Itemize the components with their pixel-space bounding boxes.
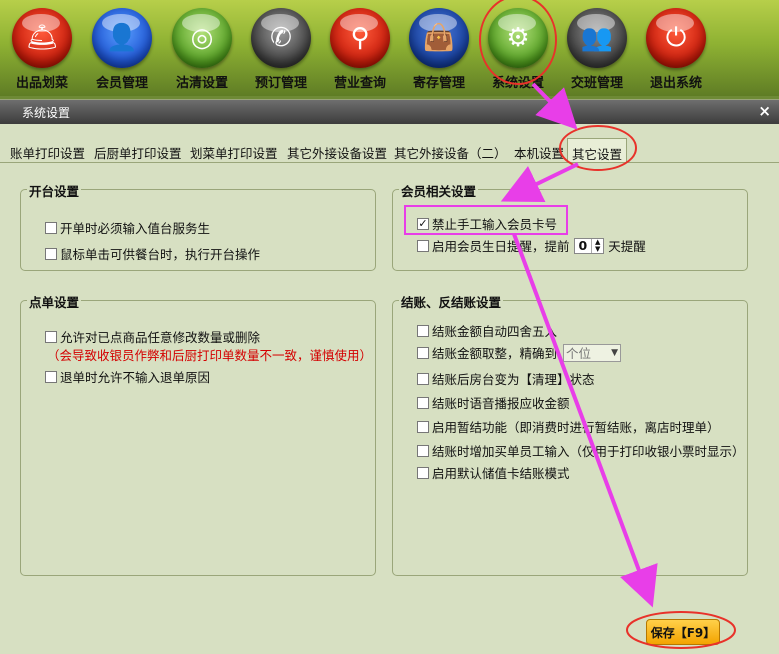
power-icon: ⏻ [646,8,706,68]
tab-local-settings[interactable]: 本机设置 [510,138,568,162]
option-label: 禁止手工输入会员卡号 [432,217,558,232]
warning-text: （会导致收银员作弊和后厨打印单数量不一致，谨慎使用） [47,348,373,363]
settings-window: 系统设置 × 账单打印设置 后厨单打印设置 划菜单打印设置 其它外接设备设置 其… [0,99,779,654]
tab-dish-print[interactable]: 划菜单打印设置 [186,138,282,162]
toolbar-label: 营业查询 [333,76,386,91]
tab-other-settings[interactable]: 其它设置 [567,138,628,162]
option-label: 启用默认储值卡结账模式 [432,466,570,481]
checkbox[interactable] [45,247,57,260]
toolbar-label: 出品划菜 [15,76,68,91]
panel-title: 会员相关设置 [399,181,479,200]
toolbar-label: 退出系统 [649,76,702,91]
order-panel: 点单设置 允许对已点商品任意修改数量或删除 （会导致收银员作弊和后厨打印单数量不… [20,292,376,576]
option-auto-round[interactable]: 结账金额自动四舍五入 [417,321,557,340]
checkbox-checked[interactable]: ✓ [417,217,429,230]
option-round-precision[interactable]: 结账金额取整，精确到 个位 ▼ [417,343,622,362]
tab-kitchen-print[interactable]: 后厨单打印设置 [90,138,186,162]
plate-icon: ◎ [172,8,232,68]
checkbox[interactable] [417,372,429,385]
option-label: 退单时允许不输入退单原因 [60,370,211,385]
panel-title: 点单设置 [27,292,82,311]
option-voice-broadcast[interactable]: 结账时语音播报应收金额 [417,393,570,412]
checkbox[interactable] [417,396,429,409]
option-buyer-staff[interactable]: 结账时增加买单员工输入（仅用于打印收银小票时显示） [417,441,745,460]
tab-bill-print[interactable]: 账单打印设置 [6,138,89,162]
stepper-arrows-icon[interactable]: ▲ ▼ [591,238,603,253]
phone-icon: ✆ [251,8,311,68]
chevron-down-icon: ▼ [611,347,619,358]
close-icon[interactable]: × [758,102,771,120]
option-click-open-table[interactable]: 鼠标单击可供餐台时，执行开台操作 [45,244,260,263]
checkbox[interactable] [417,444,429,457]
open-table-panel: 开台设置 开单时必须输入值台服务生 鼠标单击可供餐台时，执行开台操作 [20,181,376,271]
save-button[interactable]: 保存【F9】 [646,619,720,645]
tab-external-devices-2[interactable]: 其它外接设备（二） [390,138,511,162]
toolbar-label: 寄存管理 [412,76,465,91]
toolbar-item-member-management[interactable]: 👤 会员管理 [82,4,162,92]
panel-title: 结账、反结账设置 [399,292,504,311]
main-toolbar: 🛎 出品划菜 👤 会员管理 ◎ 沽清设置 ✆ 预订管理 ⚲ 营业查询 👜 寄存管… [0,0,779,96]
toolbar-item-dish-serve[interactable]: 🛎 出品划菜 [2,4,82,92]
option-label: 启用会员生日提醒，提前 [432,239,570,254]
checkbox[interactable] [417,420,429,433]
tab-divider [0,162,779,163]
bag-icon: 👜 [409,8,469,68]
option-label: 结账金额取整，精确到 [432,346,558,361]
window-title: 系统设置 [22,106,71,120]
tab-external-devices[interactable]: 其它外接设备设置 [283,138,391,162]
member-icon: 👤 [92,8,152,68]
checkbox[interactable] [45,330,57,343]
option-label: 启用暂结功能（即消费时进行暂结账，离店时理单） [432,420,720,435]
toolbar-label: 会员管理 [95,76,148,91]
toolbar-item-storage[interactable]: 👜 寄存管理 [399,4,479,92]
option-temp-settle[interactable]: 启用暂结功能（即消费时进行暂结账，离店时理单） [417,417,720,436]
toolbar-item-exit[interactable]: ⏻ 退出系统 [636,4,716,92]
option-require-waiter[interactable]: 开单时必须输入值台服务生 [45,218,210,237]
toolbar-label: 交班管理 [570,76,623,91]
toolbar-label: 预订管理 [254,76,307,91]
window-titlebar: 系统设置 × [0,100,779,124]
option-default-stored-card[interactable]: 启用默认储值卡结账模式 [417,463,570,482]
option-no-refund-reason[interactable]: 退单时允许不输入退单原因 [45,367,210,386]
toolbar-item-reservation[interactable]: ✆ 预订管理 [241,4,321,92]
panel-title: 开台设置 [27,181,82,200]
magnifier-icon: ⚲ [330,8,390,68]
toolbar-label: 系统设置 [491,76,544,91]
toolbar-label: 沽清设置 [175,76,228,91]
option-birthday-reminder[interactable]: 启用会员生日提醒，提前 0 ▲ ▼ 天提醒 [417,236,646,255]
option-forbid-manual-card[interactable]: ✓ 禁止手工输入会员卡号 [417,214,557,233]
option-label: 结账金额自动四舍五入 [432,324,558,339]
option-label: 结账时增加买单员工输入（仅用于打印收银小票时显示） [432,444,745,459]
days-value: 0 [578,238,588,253]
option-label: 允许对已点商品任意修改数量或删除 [60,330,261,345]
precision-select[interactable]: 个位 ▼ [563,343,622,362]
toolbar-item-business-query[interactable]: ⚲ 营业查询 [320,4,400,92]
toolbar-item-system-settings[interactable]: ⚙ 系统设置 [478,4,558,92]
option-label: 开单时必须输入值台服务生 [60,221,211,236]
option-clean-status[interactable]: 结账后房台变为【清理】状态 [417,369,595,388]
checkbox[interactable] [417,324,429,337]
cloche-icon: 🛎 [12,8,72,68]
checkbox[interactable] [417,239,429,252]
option-label: 结账后房台变为【清理】状态 [432,372,595,387]
toolbar-item-soldout-settings[interactable]: ◎ 沽清设置 [162,4,242,92]
days-stepper[interactable]: 0 ▲ ▼ [573,237,605,254]
option-suffix: 天提醒 [608,239,646,254]
checkbox[interactable] [417,466,429,479]
checkout-panel: 结账、反结账设置 结账金额自动四舍五入 结账金额取整，精确到 个位 ▼ 结账后房… [392,292,748,576]
option-allow-modify-items[interactable]: 允许对已点商品任意修改数量或删除 [45,327,260,346]
toolbar-item-shift-handover[interactable]: 👥 交班管理 [557,4,637,92]
handover-icon: 👥 [567,8,627,68]
checkbox[interactable] [45,370,57,383]
member-panel: 会员相关设置 ✓ 禁止手工输入会员卡号 启用会员生日提醒，提前 0 ▲ ▼ 天提醒 [392,181,748,271]
checkbox[interactable] [417,346,429,359]
option-label: 鼠标单击可供餐台时，执行开台操作 [60,247,261,262]
checkbox[interactable] [45,221,57,234]
gear-icon: ⚙ [488,8,548,68]
option-label: 结账时语音播报应收金额 [432,396,570,411]
select-value: 个位 [566,346,592,361]
